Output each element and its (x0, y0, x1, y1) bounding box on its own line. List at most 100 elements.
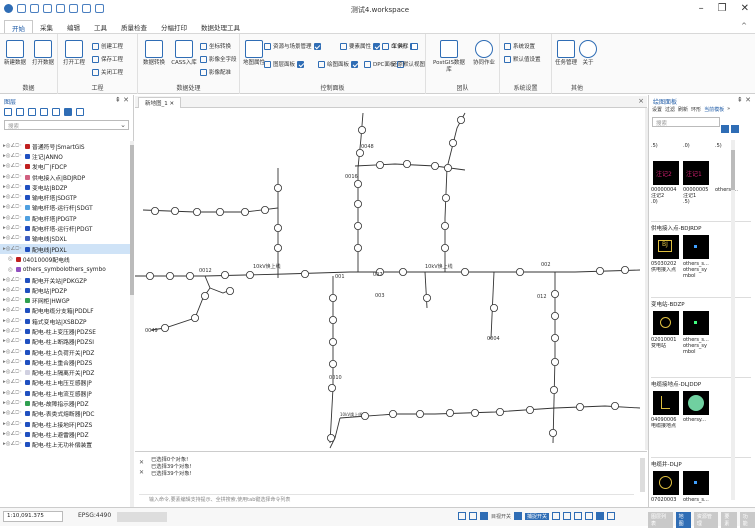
layer-controls-icon[interactable]: ▸◎∠⎕◦ (3, 349, 22, 356)
layer-controls-icon[interactable]: ▸◎∠⎕◦ (3, 225, 22, 232)
close-tab-icon[interactable]: ✕ (170, 101, 175, 107)
layer-panel-toggle[interactable]: 图层面板 (264, 60, 305, 68)
about-button[interactable]: 关于 (574, 40, 602, 67)
layer-item[interactable]: ▸◎∠⎕◦ 配电-柱上隔离开关|PDZ (0, 368, 130, 378)
layer-controls-icon[interactable]: ▸◎∠⎕◦ (3, 194, 22, 201)
layer-item[interactable]: ▸◎∠⎕◦ 配电-柱上电压互感器|P (0, 378, 130, 388)
layer-item[interactable]: ▸◎∠⎕◦ 配电开关站|PDKGZP (0, 275, 130, 285)
filter-icon[interactable] (40, 108, 48, 116)
visibility-icon[interactable]: ◎ (8, 267, 13, 273)
minimize-button[interactable]: – (699, 3, 704, 14)
visibility-icon[interactable]: ◎ (8, 256, 13, 262)
add-layer-icon[interactable] (4, 108, 12, 116)
symbol-swatch[interactable] (683, 471, 709, 495)
arrow-down-icon[interactable] (731, 125, 739, 133)
layer-item[interactable]: ◎ 04010009配电线 (0, 254, 130, 264)
layer-item[interactable]: ▸◎∠⎕◦ 配电-柱上电流互感器|P (0, 388, 130, 398)
snap-toggle-icon[interactable] (480, 512, 488, 520)
image-register-button[interactable]: 影像配准 (200, 68, 231, 76)
layer-controls-icon[interactable]: ▸◎∠⎕◦ (3, 297, 22, 304)
layer-controls-icon[interactable]: ▸◎∠⎕◦ (3, 246, 22, 253)
menu-tab-collect[interactable]: 采集 (33, 20, 60, 33)
tab-ring[interactable]: 环形 (691, 106, 701, 115)
more-tabs-icon[interactable]: » (727, 106, 730, 115)
collab-button[interactable]: 协同作业 (470, 40, 498, 67)
ortho-icon[interactable] (563, 512, 572, 520)
symbol-swatch[interactable] (683, 235, 709, 259)
tab-filter[interactable]: 过滤 (665, 106, 675, 115)
default-settings-button[interactable]: 默认值设置 (504, 55, 541, 63)
layer-controls-icon[interactable]: ▸◎∠⎕◦ (3, 184, 22, 191)
image-field-button[interactable]: 影像全字段 (200, 55, 237, 63)
postgis-button[interactable]: PostGIS数据库 (432, 40, 466, 74)
layer-item[interactable]: ◎ others_symbolothers_symbo (0, 265, 130, 275)
layer-item[interactable]: ▸◎∠⎕◦ 供电接入点|BDJRDP (0, 172, 130, 182)
map-drawing[interactable]: 10kV焕上线 10kV焕上线 10kV焕上线 001 007 002 003 … (135, 108, 645, 450)
layer-controls-icon[interactable]: ▸◎∠⎕◦ (3, 328, 22, 335)
layer-item[interactable]: ▸◎∠⎕◦ 配电-柱上避雷器|PDZ (0, 429, 130, 439)
layer-controls-icon[interactable]: ▸◎∠⎕◦ (3, 287, 22, 294)
layer-controls-icon[interactable]: ▸◎∠⎕◦ (3, 215, 22, 222)
layer-controls-icon[interactable]: ▸◎∠⎕◦ (3, 410, 22, 417)
refresh-icon[interactable] (82, 4, 91, 13)
select-mode-icon[interactable] (596, 512, 605, 520)
save-project-button[interactable]: 保存工程 (92, 55, 123, 63)
arrow-up-icon[interactable] (721, 125, 729, 133)
panel-pin-close[interactable]: ⇞ ✕ (737, 96, 751, 104)
symbol-swatch[interactable] (683, 311, 709, 335)
layer-item[interactable]: ▸◎∠⎕◦ 配电-故障指示器|PDZ (0, 398, 130, 408)
layer-item[interactable]: ▸◎∠⎕◦ 箱式变电站|XSBDZP (0, 316, 130, 326)
layer-item[interactable]: ▸◎∠⎕◦ 发电厂|FDCP (0, 162, 130, 172)
coord-convert-button[interactable]: 坐标转换 (200, 42, 231, 50)
check-icon[interactable] (313, 42, 321, 50)
menu-tab-edit[interactable]: 编辑 (60, 20, 87, 33)
save-icon[interactable] (17, 4, 26, 13)
layer-item[interactable]: ▸◎∠⎕◦ 环网柜|HWGP (0, 295, 130, 305)
layer-controls-icon[interactable]: ▸◎∠⎕◦ (3, 318, 22, 325)
restore-button[interactable]: ❐ (718, 3, 727, 14)
symbol-swatch[interactable]: BJ (653, 235, 679, 259)
create-project-button[interactable]: 创建工程 (92, 42, 123, 50)
draw-panel-toggle[interactable]: 绘图面板 (318, 60, 359, 68)
system-settings-button[interactable]: 系统设置 (504, 42, 535, 50)
layout-icon[interactable] (607, 512, 616, 520)
layer-item[interactable]: ▸◎∠⎕◦ 配电杆塔-运行杆|PDGT (0, 223, 130, 233)
symbol-group-header[interactable]: 电缆接地点-DLJDDP (651, 377, 751, 388)
tab-settings[interactable]: 设置 (652, 106, 662, 115)
cass-import-button[interactable]: CASS入库 (170, 40, 198, 67)
unchecked-icon[interactable] (410, 42, 418, 50)
app-menu-icon[interactable] (4, 4, 13, 13)
check-icon[interactable] (373, 42, 381, 50)
console-collapse-icon[interactable]: ✕ (139, 469, 144, 476)
symbol-group-header[interactable]: 变电站-BDZP (651, 297, 751, 308)
check-icon[interactable] (297, 60, 305, 68)
symbol-swatch[interactable]: 注记2 (653, 161, 679, 185)
close-view-icon[interactable]: × (638, 97, 644, 105)
settings-icon[interactable] (95, 4, 104, 13)
group-icon[interactable] (28, 108, 36, 116)
tab-template[interactable]: 当前模板 (704, 106, 724, 115)
style-icon[interactable] (52, 108, 60, 116)
layer-controls-icon[interactable]: ▸◎∠⎕◦ (3, 163, 22, 170)
layer-controls-icon[interactable]: ▸◎∠⎕◦ (3, 390, 22, 397)
close-button[interactable]: ✕ (741, 3, 749, 14)
symbol-swatch[interactable] (683, 391, 709, 415)
copy-icon[interactable] (43, 4, 52, 13)
layer-item[interactable]: ▸◎∠⎕◦ 配电站|PDZP (0, 285, 130, 295)
symbol-group-header[interactable]: 供电接入点-BDJRDP (651, 221, 751, 232)
edge-toggle-icon[interactable] (514, 512, 523, 520)
layer-item[interactable]: ▸◎∠⎕◦ 配电-柱上接地环|PDZS (0, 419, 130, 429)
restore-default-view-button[interactable]: 还原默认视图 (392, 60, 425, 68)
layer-item[interactable]: ▸◎∠⎕◦ 配电-表类式熔断器|PDC (0, 409, 130, 419)
layer-controls-icon[interactable]: ▸◎∠⎕◦ (3, 338, 22, 345)
layer-item[interactable]: ▸◎∠⎕◦ 配电-柱上负荷开关|PDZ (0, 347, 130, 357)
crs-selector[interactable]: EPSG:4490 (78, 512, 111, 519)
layer-item[interactable]: ▸◎∠⎕◦ 注记|ANNO (0, 151, 130, 161)
layer-controls-icon[interactable]: ▸◎∠⎕◦ (3, 431, 22, 438)
tab-refresh[interactable]: 刷新 (678, 106, 688, 115)
draw-panel-scrollbar[interactable] (731, 140, 735, 500)
layer-item[interactable]: ▸◎∠⎕◦ 普通符号|SmartGIS (0, 141, 130, 151)
open-project-button[interactable]: 打开工程 (60, 40, 88, 67)
menu-tab-print[interactable]: 分幅打印 (154, 20, 194, 33)
layer-list-scrollbar[interactable] (130, 141, 134, 507)
